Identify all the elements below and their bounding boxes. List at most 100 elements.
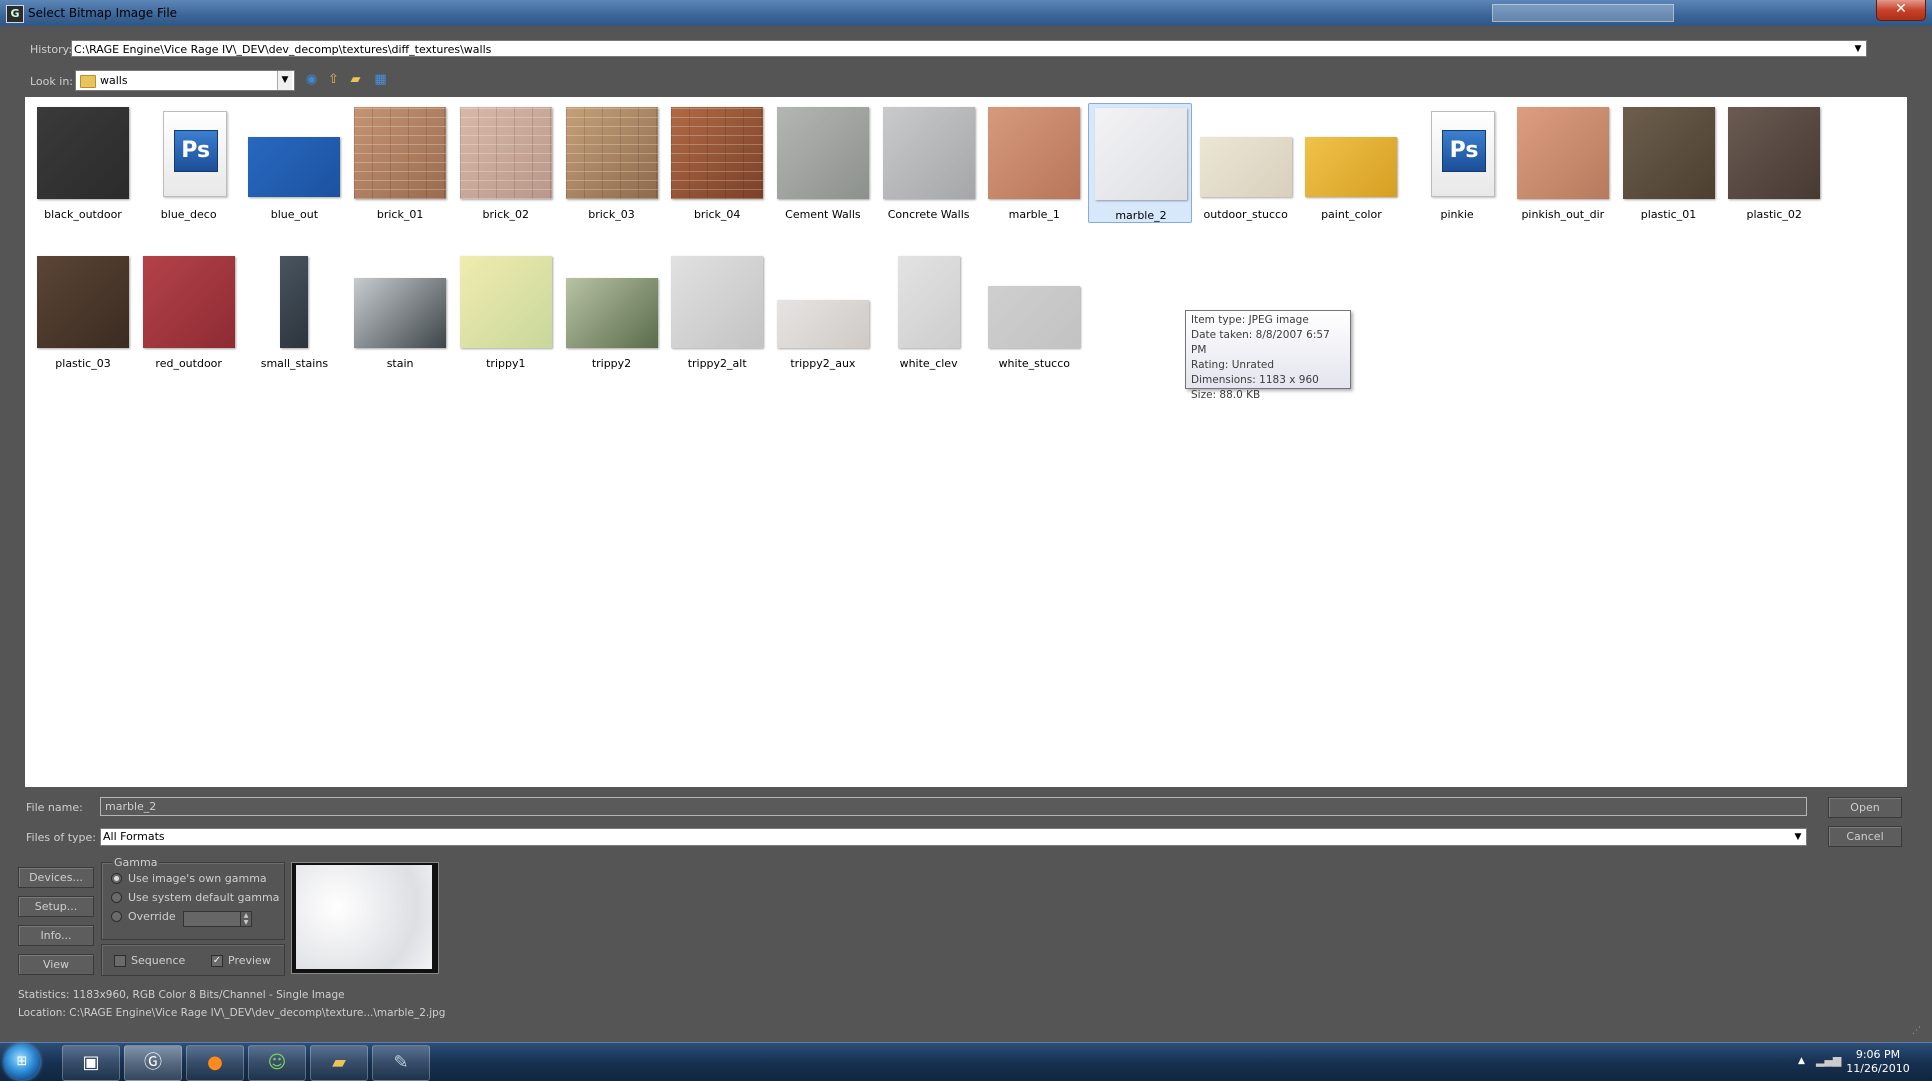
file-item[interactable]: Ps blue_deco <box>137 103 241 223</box>
file-item[interactable]: trippy2_alt <box>665 252 769 372</box>
taskbar-app-folders[interactable]: ▰ <box>310 1045 368 1081</box>
background-search-box <box>1492 4 1674 22</box>
file-thumbnail <box>776 300 869 348</box>
file-item[interactable]: trippy2 <box>560 252 664 372</box>
gamma-system-radio[interactable] <box>111 892 122 903</box>
preview-image <box>296 865 432 969</box>
tray-expand-icon[interactable]: ▲ <box>1798 1056 1805 1066</box>
file-label: brick_01 <box>376 208 424 221</box>
gamma-own-radio[interactable] <box>111 873 122 884</box>
history-combobox[interactable]: C:\RAGE Engine\Vice Rage IV\_DEV\dev_dec… <box>71 40 1867 57</box>
file-item[interactable]: blue_out <box>242 103 346 223</box>
new-folder-icon[interactable]: ▰ <box>347 71 364 88</box>
view-button[interactable]: View <box>18 954 94 975</box>
taskbar-app-3d-editor[interactable]: Ⓖ <box>124 1045 182 1081</box>
taskbar-app-messenger[interactable]: ☺ <box>248 1045 306 1081</box>
file-item[interactable]: brick_01 <box>348 103 452 223</box>
file-label: small_stains <box>260 357 329 370</box>
file-item[interactable]: stain <box>348 252 452 372</box>
file-item[interactable]: brick_02 <box>454 103 558 223</box>
file-label: Cement Walls <box>785 208 861 221</box>
file-browser[interactable]: black_outdoor Ps blue_deco blue_out brick_01… <box>25 97 1907 787</box>
file-label: marble_1 <box>1008 208 1060 221</box>
file-item[interactable]: plastic_02 <box>1722 103 1826 223</box>
file-item[interactable]: brick_04 <box>665 103 769 223</box>
taskbar-app-paint[interactable]: ✎ <box>372 1045 430 1081</box>
info-button[interactable]: Info... <box>18 925 94 946</box>
tray-clock[interactable]: 9:06 PM 11/26/2010 <box>1838 1048 1918 1076</box>
gamma-group: Gamma Use image's own gamma Use system d… <box>101 856 285 940</box>
chevron-down-icon[interactable]: ▼ <box>1852 41 1864 56</box>
file-thumbnail <box>1728 107 1821 199</box>
file-item[interactable]: Cement Walls <box>771 103 875 223</box>
gamma-override-radio[interactable] <box>111 911 122 922</box>
options-group: Sequence ✓ Preview <box>101 944 285 976</box>
tooltip-date: Date taken: 8/8/2007 6:57 PM <box>1191 329 1330 356</box>
setup-button[interactable]: Setup... <box>18 896 94 917</box>
file-thumbnail <box>882 107 975 199</box>
back-icon[interactable]: ◉ <box>303 71 320 88</box>
taskbar-app-explorer[interactable]: ▣ <box>62 1045 120 1081</box>
file-item[interactable]: Concrete Walls <box>877 103 981 223</box>
resize-grip-icon[interactable]: ⋰ <box>1912 1026 1921 1036</box>
photoshop-file-icon: Ps <box>162 111 227 197</box>
file-label: blue_out <box>270 208 319 221</box>
title-bar[interactable]: G Select Bitmap Image File ✕ <box>0 0 1932 26</box>
preview-checkbox[interactable]: ✓ <box>211 955 223 967</box>
file-item[interactable]: pinkish_out_dir <box>1511 103 1615 223</box>
windows-logo-icon: ⊞ <box>16 1054 28 1069</box>
file-item[interactable]: marble_1 <box>982 103 1086 223</box>
devices-button[interactable]: Devices... <box>18 867 94 888</box>
up-folder-icon[interactable]: ⇧ <box>325 71 342 88</box>
filetype-combobox[interactable]: All Formats ▼ <box>100 828 1807 846</box>
override-input[interactable] <box>183 911 241 927</box>
file-thumbnail <box>565 278 658 348</box>
file-item[interactable]: black_outdoor <box>31 103 135 223</box>
open-button[interactable]: Open <box>1828 797 1902 818</box>
file-label: white_clev <box>899 357 958 370</box>
file-item[interactable]: paint_color <box>1299 103 1403 223</box>
file-item[interactable]: white_stucco <box>982 252 1086 372</box>
taskbar-app-firefox[interactable]: ● <box>186 1045 244 1081</box>
file-item[interactable]: small_stains <box>242 252 346 372</box>
computer-icon: ▣ <box>82 1052 100 1073</box>
people-icon: ☺ <box>267 1052 287 1073</box>
app-icon: G <box>6 5 24 23</box>
file-thumbnail <box>459 256 552 348</box>
file-item[interactable]: plastic_03 <box>31 252 135 372</box>
file-item[interactable]: outdoor_stucco <box>1194 103 1298 223</box>
lookin-folder: walls <box>100 74 128 87</box>
sequence-checkbox[interactable] <box>114 955 126 967</box>
file-label: stain <box>386 357 414 370</box>
file-item[interactable]: plastic_01 <box>1617 103 1721 223</box>
chevron-down-icon[interactable]: ▼ <box>1792 829 1804 845</box>
file-item[interactable]: trippy1 <box>454 252 558 372</box>
close-button[interactable]: ✕ <box>1876 0 1926 21</box>
file-item[interactable]: red_outdoor <box>137 252 241 372</box>
tooltip-rating: Rating: Unrated <box>1191 359 1275 371</box>
file-item[interactable]: white_clev <box>877 252 981 372</box>
history-label: History: <box>30 43 73 56</box>
file-thumbnail <box>1095 108 1187 200</box>
tooltip-size: Size: 88.0 KB <box>1191 389 1261 401</box>
file-item[interactable]: marble_2 <box>1088 103 1192 223</box>
file-item[interactable]: trippy2_aux <box>771 252 875 372</box>
statistics-text: Statistics: 1183x960, RGB Color 8 Bits/C… <box>18 989 345 1001</box>
history-path: C:\RAGE Engine\Vice Rage IV\_DEV\dev_dec… <box>74 43 492 56</box>
file-thumbnail <box>354 278 447 348</box>
view-menu-icon[interactable]: ▦ <box>372 71 389 88</box>
tooltip-dimensions: Dimensions: 1183 x 960 <box>1191 374 1319 386</box>
file-thumbnail <box>280 256 309 348</box>
file-item[interactable]: Ps pinkie <box>1405 103 1509 223</box>
filename-input[interactable]: marble_2 <box>100 797 1807 816</box>
file-label: plastic_02 <box>1746 208 1802 221</box>
file-thumbnail <box>142 256 235 348</box>
chevron-down-icon[interactable]: ▼ <box>277 71 292 90</box>
start-button[interactable]: ⊞ <box>4 1044 40 1080</box>
cancel-button[interactable]: Cancel <box>1828 826 1902 847</box>
lookin-combobox[interactable]: walls ▼ <box>75 70 295 91</box>
file-label: pinkie <box>1440 208 1474 221</box>
override-spinner[interactable]: ▲ ▼ <box>240 911 252 927</box>
file-item[interactable]: brick_03 <box>560 103 664 223</box>
gamma-own-label: Use image's own gamma <box>128 872 267 885</box>
